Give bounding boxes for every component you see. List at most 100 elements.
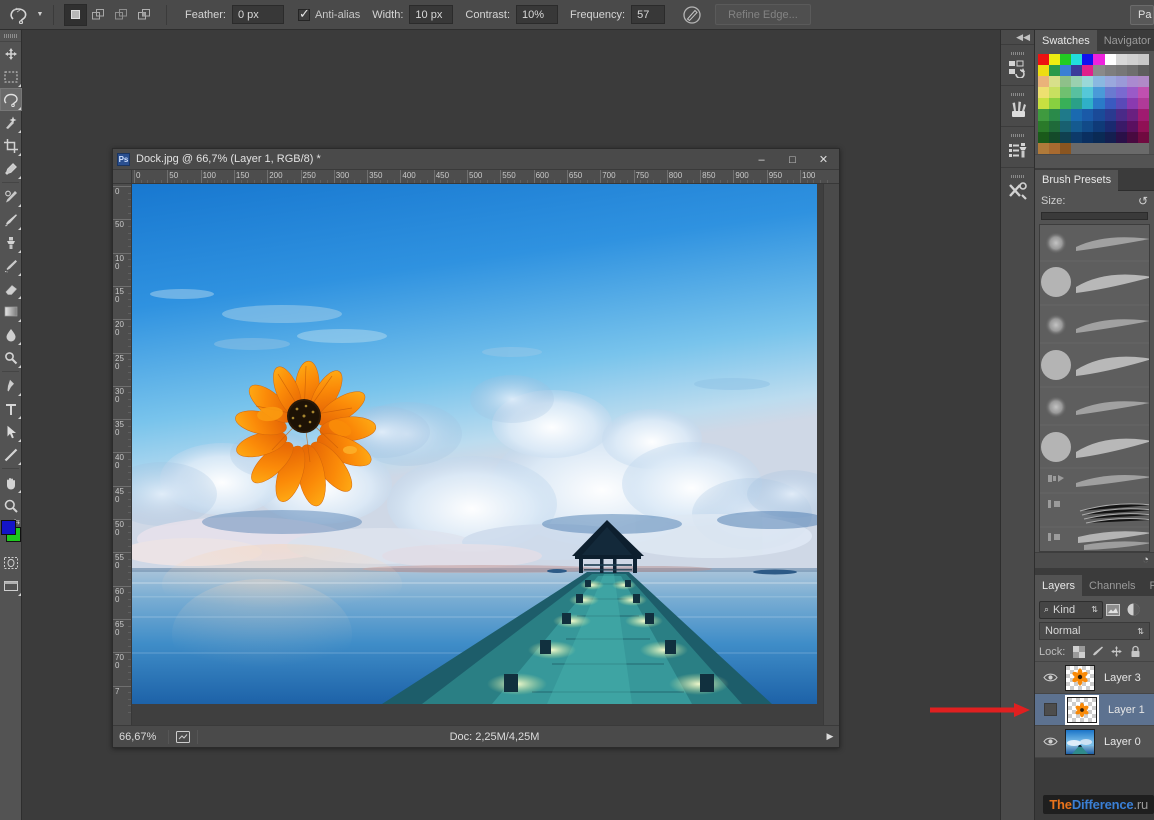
lasso-tool[interactable] xyxy=(0,88,22,111)
swatch-25[interactable] xyxy=(1093,76,1105,88)
refine-edge-button[interactable]: Refine Edge... xyxy=(715,4,811,25)
brush-panel-icon[interactable] xyxy=(1001,85,1034,126)
quick-selection-tool[interactable] xyxy=(0,111,22,134)
spot-healing-brush-tool[interactable] xyxy=(0,185,22,208)
move-tool[interactable] xyxy=(0,42,22,65)
swatch-81[interactable] xyxy=(1049,142,1061,154)
swatch-46[interactable] xyxy=(1104,98,1116,110)
hand-tool[interactable] xyxy=(0,471,22,494)
swatch-11[interactable] xyxy=(1049,65,1061,77)
swatch-89[interactable] xyxy=(1137,142,1149,154)
swatch-66[interactable] xyxy=(1104,120,1116,132)
gradient-tool[interactable] xyxy=(0,300,22,323)
close-button[interactable]: ✕ xyxy=(808,149,839,170)
swatch-60[interactable] xyxy=(1038,120,1050,132)
eraser-tool[interactable] xyxy=(0,277,22,300)
swatch-76[interactable] xyxy=(1104,131,1116,143)
filter-pixel-layers-icon[interactable] xyxy=(1103,601,1123,619)
swatch-78[interactable] xyxy=(1126,131,1138,143)
swatch-38[interactable] xyxy=(1126,87,1138,99)
tab-swatches[interactable]: Swatches xyxy=(1035,30,1097,51)
tab-layers[interactable]: Layers xyxy=(1035,575,1083,596)
layer-0-thumbnail[interactable] xyxy=(1065,728,1095,755)
workspace-button[interactable]: Pa xyxy=(1130,5,1154,25)
filter-adjustment-layers-icon[interactable] xyxy=(1123,601,1143,619)
brush-tool[interactable] xyxy=(0,208,22,231)
tab-paths[interactable]: Pa xyxy=(1142,575,1154,596)
swatch-54[interactable] xyxy=(1082,109,1094,121)
pen-tool[interactable] xyxy=(0,374,22,397)
swatch-23[interactable] xyxy=(1071,76,1083,88)
collapse-panels-button[interactable]: ◀◀ xyxy=(1001,30,1034,44)
swatch-27[interactable] xyxy=(1115,76,1127,88)
swatch-65[interactable] xyxy=(1093,120,1105,132)
swatch-84[interactable] xyxy=(1082,142,1094,154)
crop-tool[interactable] xyxy=(0,134,22,157)
swatch-72[interactable] xyxy=(1060,131,1072,143)
swatch-43[interactable] xyxy=(1071,98,1083,110)
magnetic-lasso-icon[interactable] xyxy=(5,2,33,28)
swatch-71[interactable] xyxy=(1049,131,1061,143)
blur-tool[interactable] xyxy=(0,323,22,346)
lock-transparency-icon[interactable] xyxy=(1069,643,1088,661)
line-tool[interactable] xyxy=(0,443,22,466)
swatch-15[interactable] xyxy=(1093,65,1105,77)
pen-pressure-icon[interactable] xyxy=(679,3,705,27)
ruler-corner[interactable] xyxy=(113,170,132,184)
swatch-87[interactable] xyxy=(1115,142,1127,154)
swatch-14[interactable] xyxy=(1082,65,1094,77)
brush-size-slider[interactable] xyxy=(1041,211,1148,220)
swatch-77[interactable] xyxy=(1115,131,1127,143)
swatch-51[interactable] xyxy=(1049,109,1061,121)
swatch-63[interactable] xyxy=(1071,120,1083,132)
swatch-40[interactable] xyxy=(1038,98,1050,110)
layer-0-visibility-toggle[interactable] xyxy=(1035,736,1065,747)
brush-presets-list[interactable] xyxy=(1039,223,1150,552)
blend-mode-select[interactable]: Normal ⇅ xyxy=(1039,622,1150,640)
table-row[interactable]: Layer 3 xyxy=(1035,662,1154,694)
swatch-26[interactable] xyxy=(1104,76,1116,88)
swatch-42[interactable] xyxy=(1060,98,1072,110)
tool-preset-dropdown[interactable]: ▼ xyxy=(33,2,47,28)
swatch-28[interactable] xyxy=(1126,76,1138,88)
feather-input[interactable]: 0 px xyxy=(231,5,284,24)
swatch-52[interactable] xyxy=(1060,109,1072,121)
swatch-74[interactable] xyxy=(1082,131,1094,143)
swatch-44[interactable] xyxy=(1082,98,1094,110)
dodge-tool[interactable] xyxy=(0,346,22,369)
toolbar-drag-handle[interactable] xyxy=(0,30,21,42)
tab-brush-presets[interactable]: Brush Presets xyxy=(1035,169,1119,191)
swatch-73[interactable] xyxy=(1071,131,1083,143)
swatch-49[interactable] xyxy=(1137,98,1149,110)
contrast-input[interactable]: 10% xyxy=(516,5,559,24)
swatch-8[interactable] xyxy=(1126,54,1138,66)
clone-source-panel-icon[interactable] xyxy=(1001,126,1034,167)
swatch-70[interactable] xyxy=(1038,131,1050,143)
swatch-67[interactable] xyxy=(1115,120,1127,132)
swatch-62[interactable] xyxy=(1060,120,1072,132)
document-thumb-icon[interactable] xyxy=(169,730,197,743)
lock-image-pixels-icon[interactable] xyxy=(1088,643,1107,661)
table-row[interactable]: Layer 0 xyxy=(1035,726,1154,758)
swatch-69[interactable] xyxy=(1137,120,1149,132)
swatch-21[interactable] xyxy=(1049,76,1061,88)
rectangular-marquee-tool[interactable] xyxy=(0,65,22,88)
swatch-0[interactable] xyxy=(1038,54,1050,66)
canvas-image[interactable] xyxy=(132,184,817,704)
minimize-button[interactable]: – xyxy=(746,149,777,170)
swatch-85[interactable] xyxy=(1093,142,1105,154)
swatch-39[interactable] xyxy=(1137,87,1149,99)
swatch-50[interactable] xyxy=(1038,109,1050,121)
swatch-45[interactable] xyxy=(1093,98,1105,110)
horizontal-type-tool[interactable] xyxy=(0,397,22,420)
swatch-41[interactable] xyxy=(1049,98,1061,110)
swatch-34[interactable] xyxy=(1082,87,1094,99)
swatch-88[interactable] xyxy=(1126,142,1138,154)
document-titlebar[interactable]: Ps Dock.jpg @ 66,7% (Layer 1, RGB/8) * –… xyxy=(113,149,839,170)
history-panel-icon[interactable] xyxy=(1001,44,1034,85)
layer-3-thumbnail[interactable] xyxy=(1065,664,1095,691)
history-brush-tool[interactable] xyxy=(0,254,22,277)
swatch-6[interactable] xyxy=(1104,54,1116,66)
swatch-86[interactable] xyxy=(1104,142,1116,154)
swatch-47[interactable] xyxy=(1115,98,1127,110)
